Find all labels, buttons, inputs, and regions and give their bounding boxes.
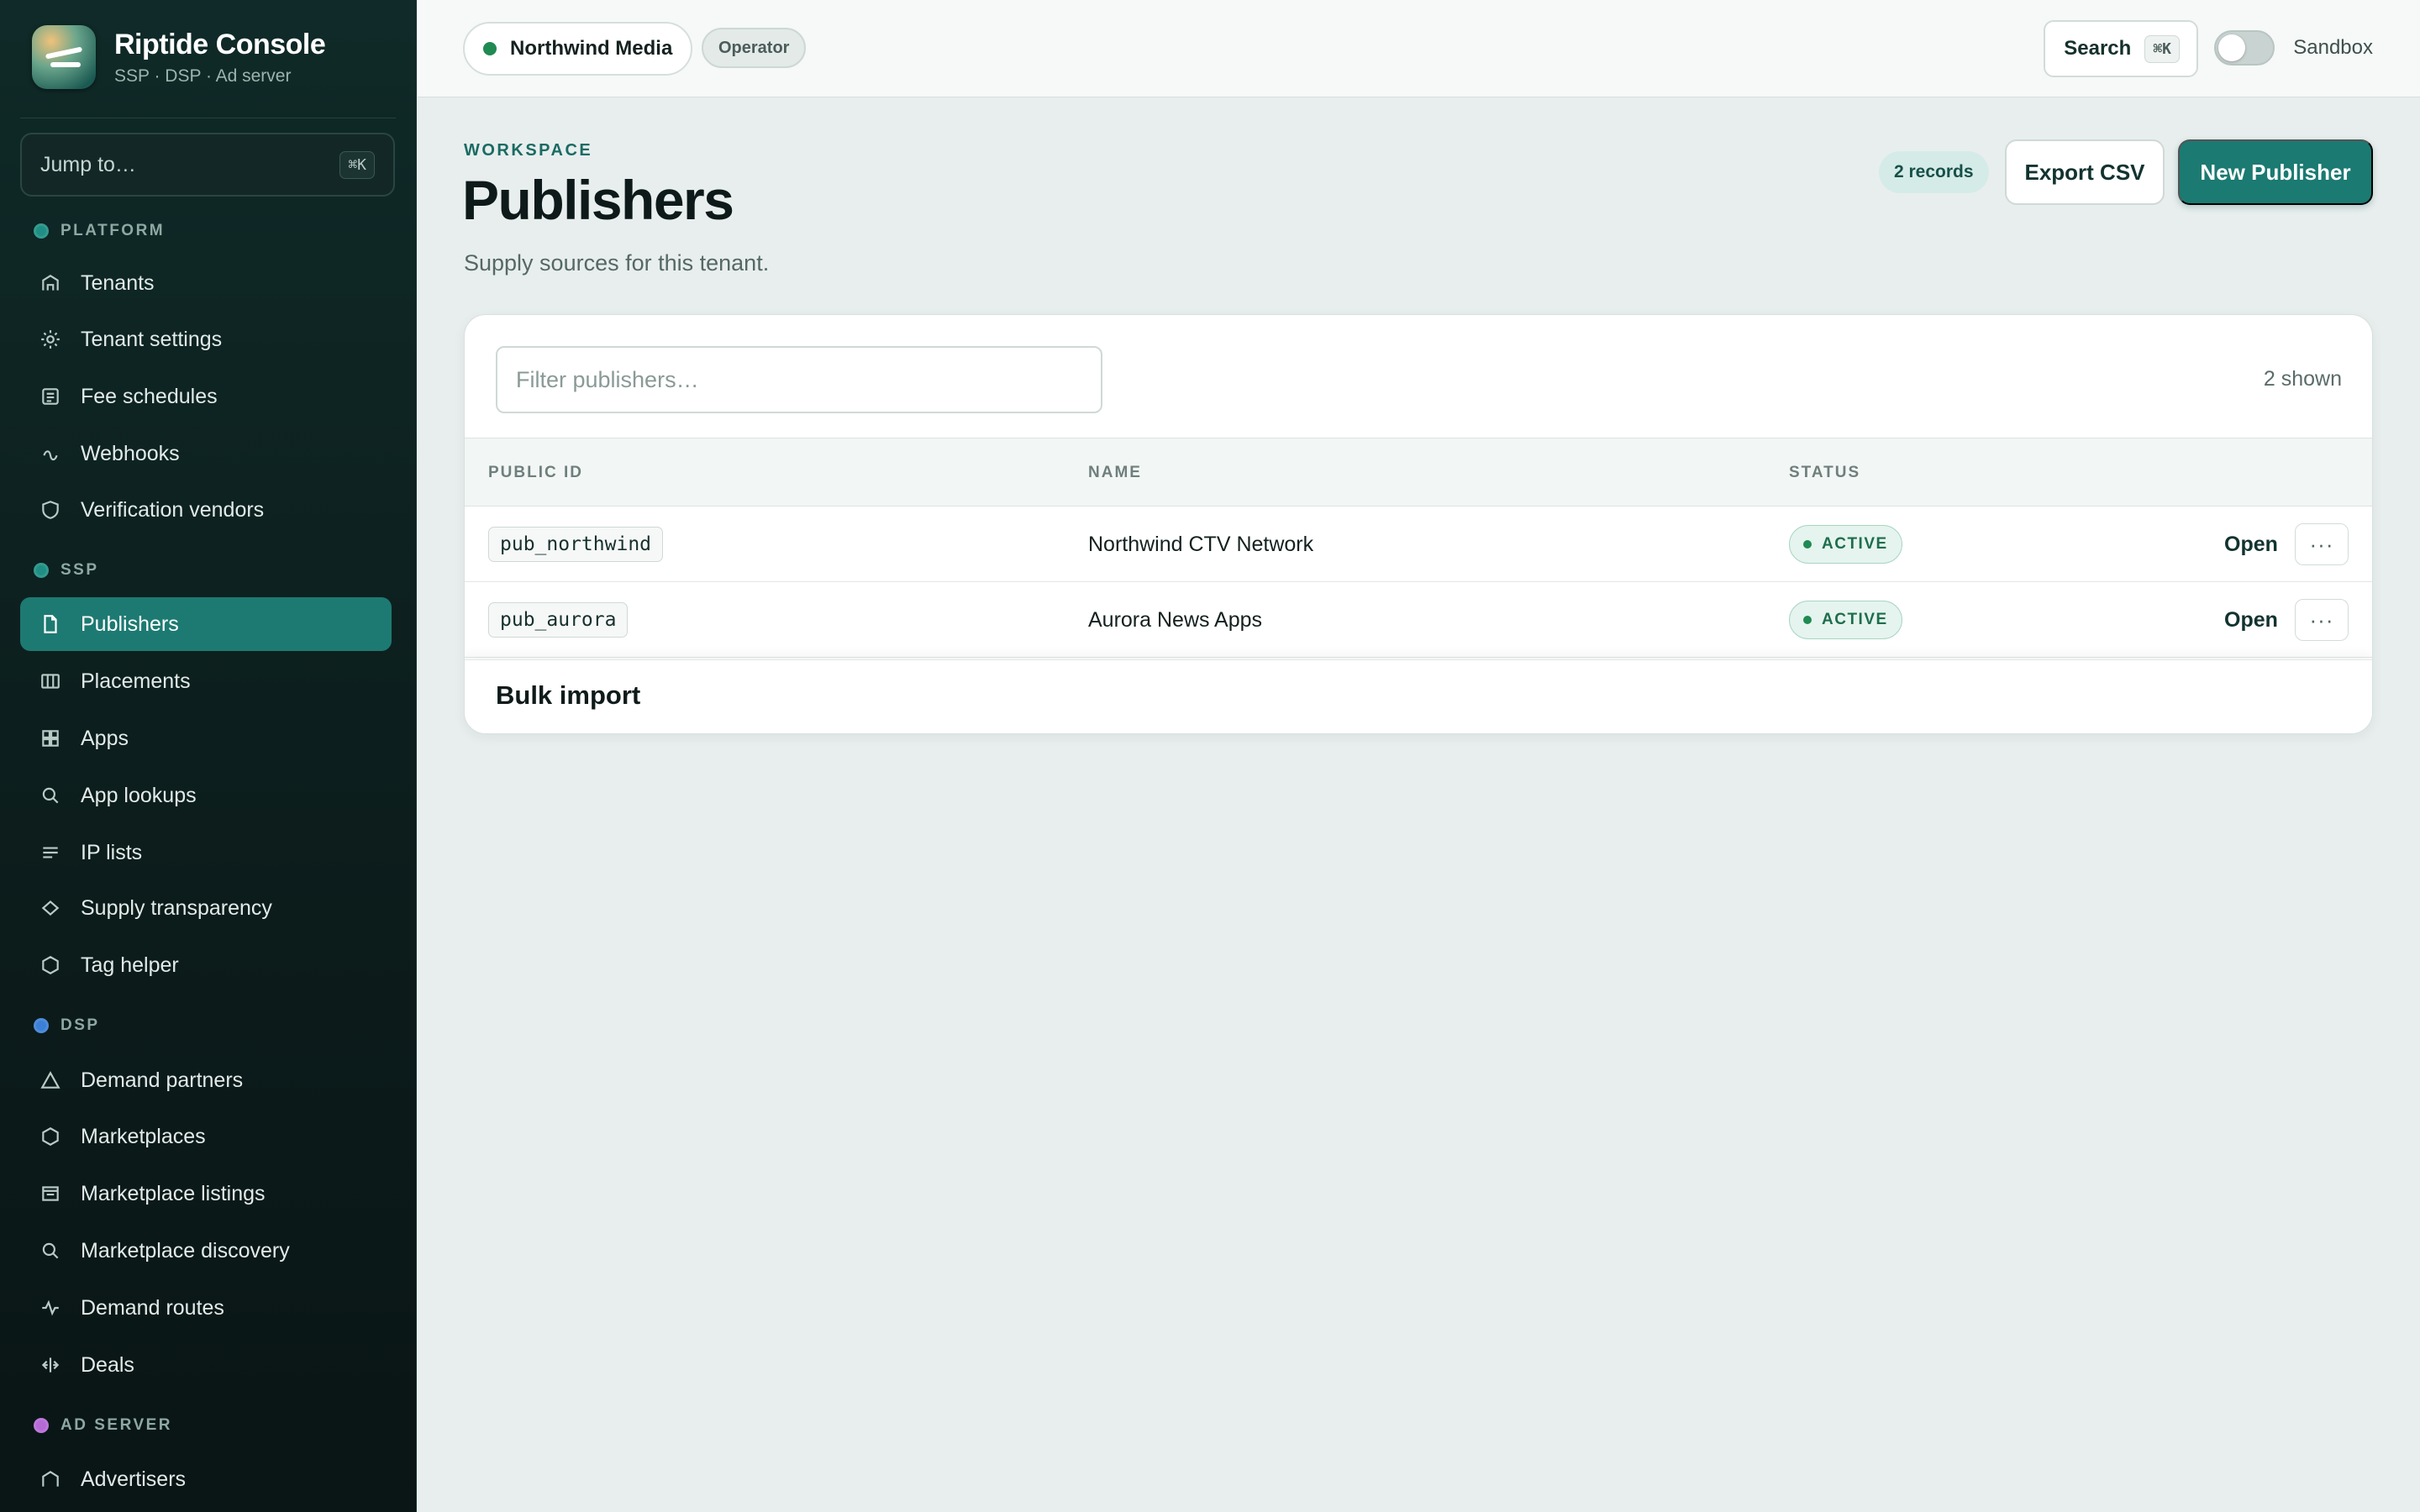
publishers-card: 2 shown PUBLIC ID NAME STATUS pub_northw… (464, 314, 2373, 734)
page-description: Supply sources for this tenant. (464, 250, 770, 276)
search-label: Search (2064, 37, 2132, 60)
section-ssp: SSP (34, 561, 99, 580)
section-dsp: DSP (34, 1016, 100, 1035)
building-icon (39, 271, 62, 295)
sidebar-item-advertisers[interactable]: Advertisers (20, 1452, 392, 1506)
publisher-name: Northwind CTV Network (1088, 533, 1314, 556)
gear-icon (39, 328, 62, 351)
open-link[interactable]: Open (2224, 533, 2278, 557)
brand[interactable]: Riptide Console SSP · DSP · Ad server (32, 25, 326, 89)
sidebar-item-placements[interactable]: Placements (20, 654, 392, 708)
bulk-import-title: Bulk import (496, 680, 641, 710)
sidebar-item-ip-lists[interactable]: IP lists (20, 826, 392, 879)
page-eyebrow: WORKSPACE (464, 141, 593, 160)
search-button[interactable]: Search ⌘K (2044, 20, 2198, 77)
sidebar-item-publishers[interactable]: Publishers (20, 597, 392, 651)
listing-icon (39, 1182, 62, 1205)
more-actions-icon[interactable]: ··· (2295, 599, 2349, 641)
section-platform: PLATFORM (34, 222, 165, 240)
sidebar-item-tenant-settings[interactable]: Tenant settings (20, 312, 392, 366)
shield-icon (39, 498, 62, 522)
sidebar-item-demand-partners[interactable]: Demand partners (20, 1053, 392, 1107)
brand-title: Riptide Console (114, 28, 326, 60)
building-icon (39, 1467, 62, 1491)
section-ad-server: AD SERVER (34, 1416, 172, 1435)
document-icon (39, 612, 62, 636)
filter-publishers-input[interactable] (496, 346, 1102, 413)
grid-icon (39, 727, 62, 750)
receipt-icon (39, 385, 62, 408)
search-icon (39, 1239, 62, 1263)
table-header: PUBLIC ID NAME STATUS (465, 438, 2372, 507)
webhook-icon (39, 442, 62, 465)
status-dot-icon (1803, 540, 1812, 549)
sidebar-item-marketplaces[interactable]: Marketplaces (20, 1110, 392, 1163)
sidebar-item-demand-routes[interactable]: Demand routes (20, 1281, 392, 1335)
jump-to-label: Jump to… (40, 152, 136, 176)
sidebar-item-tag-helper[interactable]: Tag helper (20, 938, 392, 992)
sidebar-item-deals[interactable]: Deals (20, 1338, 392, 1392)
sidebar-item-supply-transparency[interactable]: Supply transparency (20, 881, 392, 935)
topbar: Northwind Media Operator Search ⌘K Sandb… (418, 0, 2420, 97)
sidebar-item-fee-schedules[interactable]: Fee schedules (20, 370, 392, 423)
columns-icon (39, 669, 62, 693)
list-icon (39, 841, 62, 864)
status-badge: ACTIVE (1789, 601, 1902, 639)
more-actions-icon[interactable]: ··· (2295, 523, 2349, 565)
sandbox-toggle[interactable] (2214, 30, 2275, 66)
sidebar: Riptide Console SSP · DSP · Ad server Ju… (0, 0, 417, 1512)
open-link[interactable]: Open (2224, 608, 2278, 633)
new-publisher-button[interactable]: New Publisher (2178, 139, 2373, 205)
triangle-icon (39, 1068, 62, 1092)
sidebar-item-verification-vendors[interactable]: Verification vendors (20, 483, 392, 537)
sidebar-item-marketplace-discovery[interactable]: Marketplace discovery (20, 1224, 392, 1278)
sandbox-control: Sandbox (2214, 30, 2373, 66)
brand-subtitle: SSP · DSP · Ad server (114, 66, 292, 86)
section-dot-icon (34, 563, 49, 578)
hexagon-icon (39, 1125, 62, 1148)
pulse-icon (39, 1296, 62, 1320)
riptide-logo-icon (32, 25, 96, 89)
hexagon-icon (39, 953, 62, 977)
sidebar-item-tenants[interactable]: Tenants (20, 256, 392, 310)
jump-to-search[interactable]: Jump to… ⌘K (20, 133, 395, 197)
status-badge: ACTIVE (1789, 525, 1902, 564)
sandbox-label: Sandbox (2293, 36, 2373, 59)
shown-count: 2 shown (2263, 367, 2342, 391)
search-icon (39, 784, 62, 807)
sidebar-item-apps[interactable]: Apps (20, 711, 392, 765)
records-count-badge: 2 records (1879, 151, 1989, 193)
diamond-icon (39, 896, 62, 920)
role-badge: Operator (702, 28, 807, 68)
table-row[interactable]: pub_aurora Aurora News Apps ACTIVE Open … (465, 582, 2372, 658)
column-header-name: NAME (1088, 464, 1142, 481)
jump-shortcut: ⌘K (339, 150, 375, 179)
sidebar-item-marketplace-listings[interactable]: Marketplace listings (20, 1167, 392, 1221)
sidebar-item-webhooks[interactable]: Webhooks (20, 427, 392, 480)
section-dot-icon (34, 1418, 49, 1433)
handshake-icon (39, 1353, 62, 1377)
public-id-chip: pub_aurora (488, 602, 629, 638)
section-dot-icon (34, 1018, 49, 1033)
column-header-public-id: PUBLIC ID (488, 464, 583, 481)
tenant-name: Northwind Media (510, 37, 673, 60)
export-csv-button[interactable]: Export CSV (2005, 139, 2165, 205)
publisher-name: Aurora News Apps (1088, 608, 1263, 632)
page-title: Publishers (462, 169, 734, 231)
column-header-status: STATUS (1789, 464, 1861, 481)
section-dot-icon (34, 223, 49, 239)
table-row[interactable]: pub_northwind Northwind CTV Network ACTI… (465, 507, 2372, 582)
tenant-status-dot-icon (483, 42, 497, 55)
sidebar-item-app-lookups[interactable]: App lookups (20, 769, 392, 822)
status-dot-icon (1803, 616, 1812, 624)
public-id-chip: pub_northwind (488, 527, 664, 562)
bulk-import-panel[interactable]: Bulk import (465, 659, 2372, 733)
search-shortcut: ⌘K (2144, 34, 2180, 63)
tenant-switcher[interactable]: Northwind Media (463, 22, 693, 76)
